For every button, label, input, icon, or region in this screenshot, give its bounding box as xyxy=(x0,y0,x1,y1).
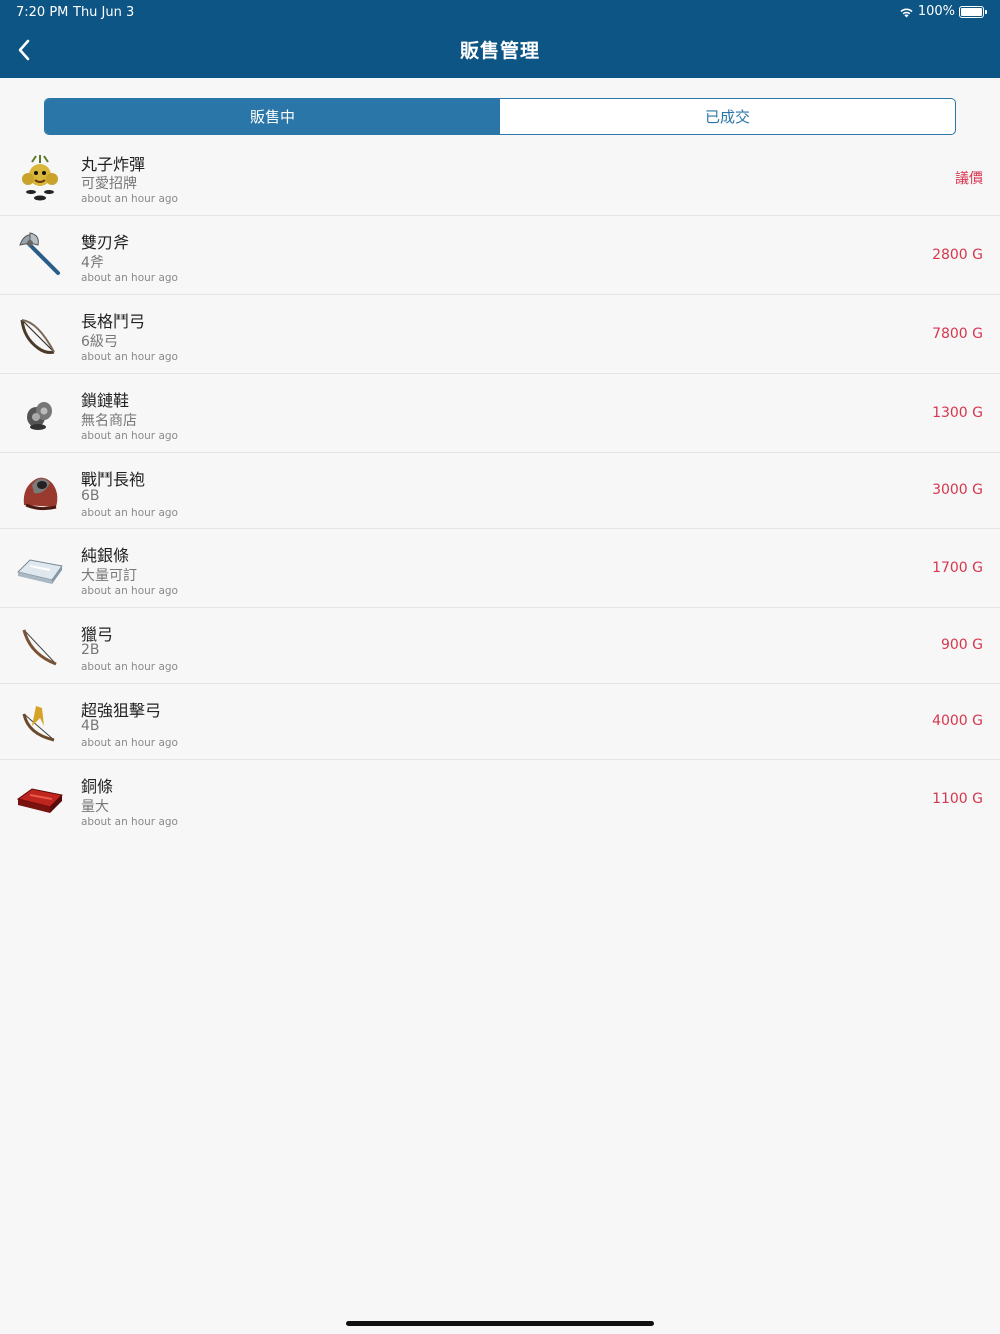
item-list: 丸子炸彈 可愛招牌 about an hour ago 議價 雙刃斧 4斧 ab… xyxy=(0,138,1000,839)
battery-icon xyxy=(959,5,987,18)
item-name: 純銀條 xyxy=(81,546,130,565)
list-item[interactable]: 戰鬥長袍 6B about an hour ago 3000 G xyxy=(0,453,1000,529)
item-price: 3000 G xyxy=(932,482,983,498)
item-name: 雙刃斧 xyxy=(81,233,130,252)
status-indicators: 100% xyxy=(899,4,987,19)
item-desc: 4B xyxy=(81,718,100,734)
item-price: 1700 G xyxy=(932,560,983,576)
item-time: about an hour ago xyxy=(81,585,178,597)
robe-icon xyxy=(14,465,66,517)
item-name: 鎖鏈鞋 xyxy=(81,391,130,410)
item-price: 7800 G xyxy=(932,326,983,342)
list-item[interactable]: 銅條 量大 about an hour ago 1100 G xyxy=(0,760,1000,839)
item-price: 議價 xyxy=(955,171,983,187)
item-name: 銅條 xyxy=(81,777,114,796)
tab-selling[interactable]: 販售中 xyxy=(45,99,500,134)
tab-sold[interactable]: 已成交 xyxy=(500,99,955,134)
item-desc: 6B xyxy=(81,488,100,504)
status-bar: 7:20 PM Thu Jun 3 100% xyxy=(0,0,1000,24)
item-price: 2800 G xyxy=(932,247,983,263)
hunting-bow-icon xyxy=(14,620,66,672)
item-desc: 6級弓 xyxy=(81,334,118,350)
list-item[interactable]: 獵弓 2B about an hour ago 900 G xyxy=(0,608,1000,684)
item-desc: 可愛招牌 xyxy=(81,176,137,192)
list-item[interactable]: 鎖鏈鞋 無名商店 about an hour ago 1300 G xyxy=(0,374,1000,453)
list-item[interactable]: 雙刃斧 4斧 about an hour ago 2800 G xyxy=(0,216,1000,295)
bow-icon xyxy=(14,308,66,360)
list-item[interactable]: 純銀條 大量可訂 about an hour ago 1700 G xyxy=(0,529,1000,608)
item-time: about an hour ago xyxy=(81,816,178,828)
item-time: about an hour ago xyxy=(81,737,178,749)
wifi-icon xyxy=(900,8,913,17)
nav-bar: 7:20 PM Thu Jun 3 100% 販售管理 xyxy=(0,0,1000,78)
status-time: 7:20 PM xyxy=(16,5,69,20)
item-name: 戰鬥長袍 xyxy=(81,470,146,489)
item-time: about an hour ago xyxy=(81,430,178,442)
item-desc: 量大 xyxy=(81,799,109,815)
item-name: 長格鬥弓 xyxy=(81,312,146,331)
item-desc: 4斧 xyxy=(81,255,104,271)
list-item[interactable]: 丸子炸彈 可愛招牌 about an hour ago 議價 xyxy=(0,138,1000,216)
item-time: about an hour ago xyxy=(81,193,178,205)
item-price: 900 G xyxy=(940,637,983,653)
item-time: about an hour ago xyxy=(81,507,178,519)
silver-bar-icon xyxy=(14,542,66,594)
item-desc: 無名商店 xyxy=(81,413,137,429)
item-price: 4000 G xyxy=(932,713,983,729)
item-price: 1100 G xyxy=(932,791,983,807)
list-item[interactable]: 長格鬥弓 6級弓 about an hour ago 7800 G xyxy=(0,295,1000,374)
axe-icon xyxy=(14,229,66,281)
item-desc: 大量可訂 xyxy=(81,568,137,584)
list-item[interactable]: 超強狙擊弓 4B about an hour ago 4000 G xyxy=(0,684,1000,760)
copper-bar-icon xyxy=(14,773,66,825)
bomb-icon xyxy=(14,151,66,203)
item-desc: 2B xyxy=(81,642,100,658)
status-segmented-control: 販售中 已成交 xyxy=(44,98,956,135)
status-date: Thu Jun 3 xyxy=(73,5,135,20)
page-title: 販售管理 xyxy=(459,40,540,62)
boots-icon xyxy=(14,387,66,439)
item-price: 1300 G xyxy=(932,405,983,421)
item-time: about an hour ago xyxy=(81,351,178,363)
battery-percent: 100% xyxy=(917,4,955,19)
item-name: 丸子炸彈 xyxy=(81,155,146,174)
item-time: about an hour ago xyxy=(81,661,178,673)
home-indicator xyxy=(346,1321,654,1326)
sniper-bow-icon xyxy=(14,696,66,748)
item-time: about an hour ago xyxy=(81,272,178,284)
